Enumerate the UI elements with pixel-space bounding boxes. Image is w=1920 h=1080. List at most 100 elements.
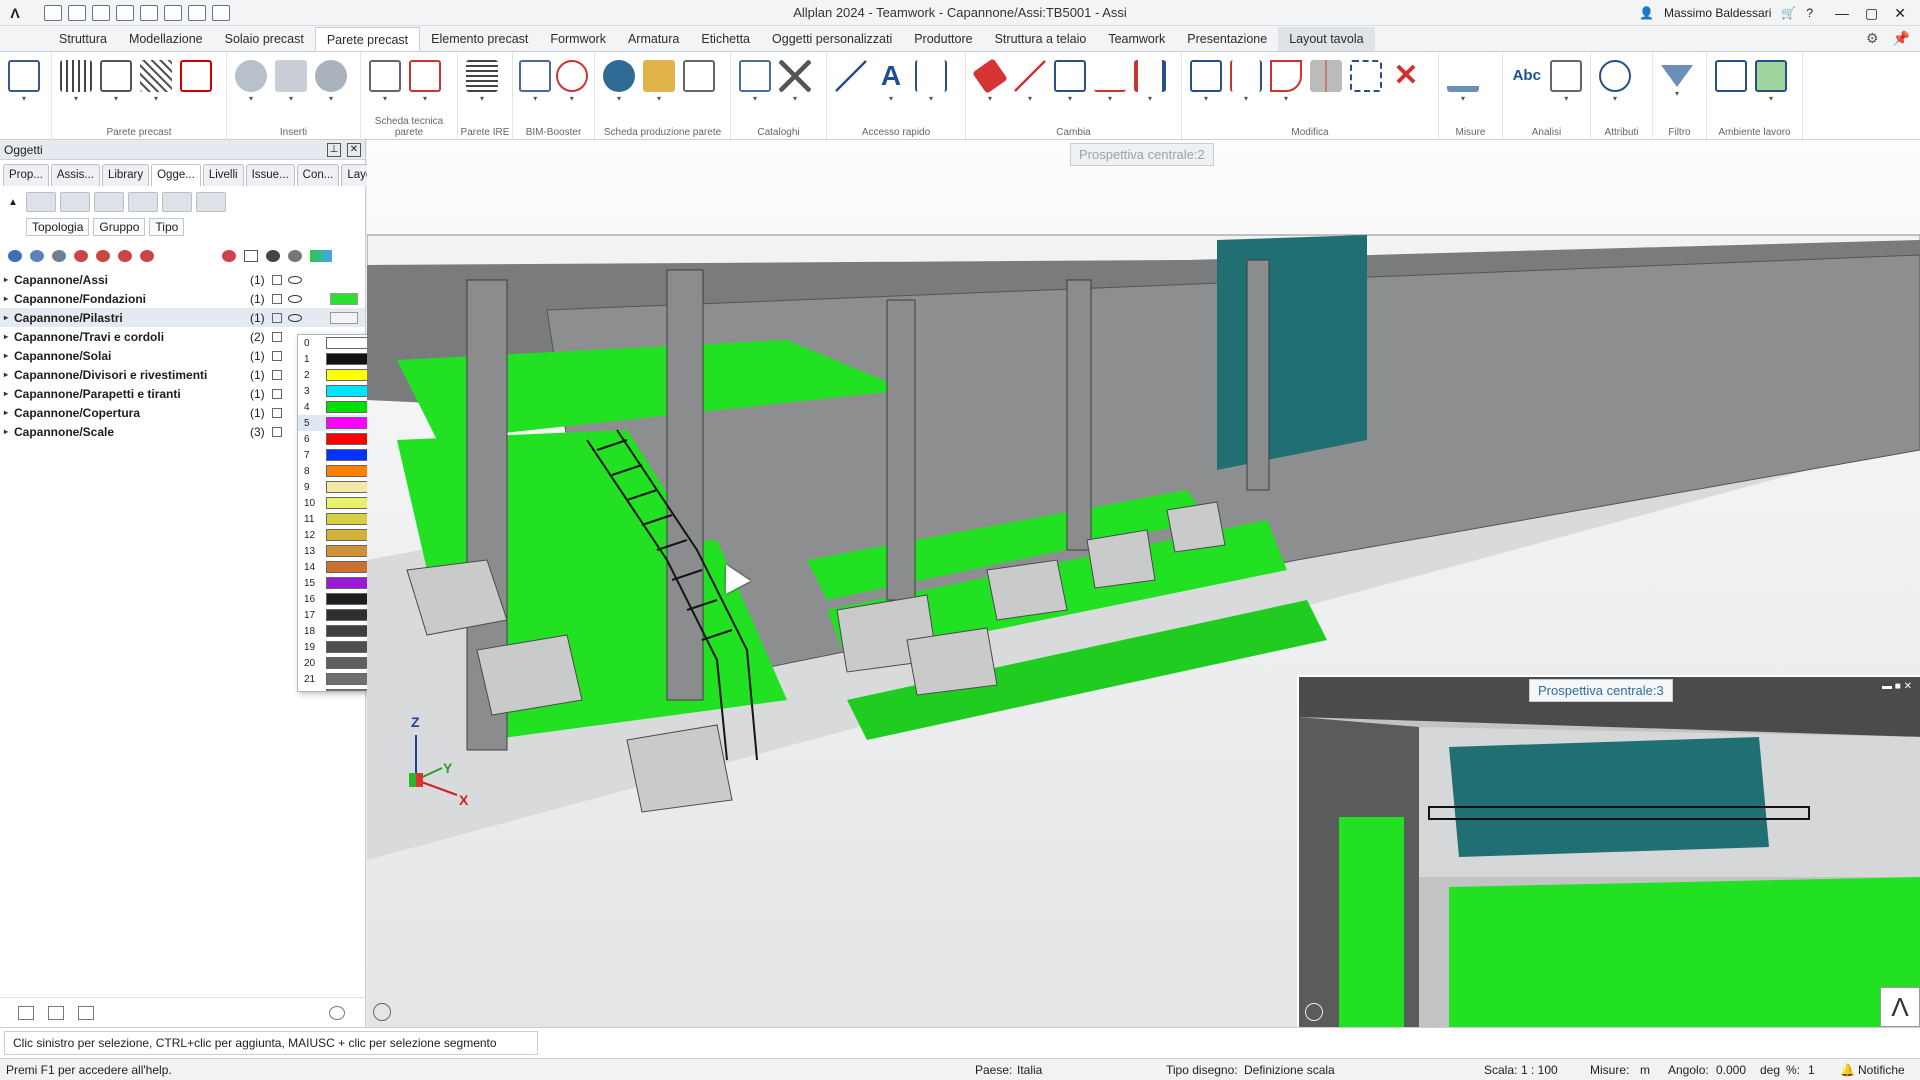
navigation-icon[interactable] bbox=[373, 1003, 391, 1021]
dimension-tool-button[interactable]: ▾ bbox=[913, 60, 949, 110]
wall-tool-button[interactable]: ▾ bbox=[6, 60, 42, 110]
line-tool-button[interactable] bbox=[833, 60, 869, 110]
select-all-checkbox[interactable] bbox=[244, 250, 258, 262]
tab-modellazione[interactable]: Modellazione bbox=[118, 27, 214, 51]
zoom-icon[interactable] bbox=[222, 250, 236, 262]
expand-all-icon[interactable] bbox=[8, 250, 22, 262]
tab-formwork[interactable]: Formwork bbox=[539, 27, 617, 51]
collapse-all-icon[interactable] bbox=[30, 250, 44, 262]
close-button[interactable]: ✕ bbox=[1894, 5, 1906, 22]
inset-navigation-icon[interactable] bbox=[1305, 1003, 1323, 1021]
rotate-button[interactable]: ▾ bbox=[1268, 60, 1304, 110]
insert-button[interactable]: ▾ bbox=[233, 60, 269, 110]
save-icon[interactable] bbox=[68, 4, 86, 21]
properties-icon[interactable] bbox=[188, 4, 206, 21]
filter-tipo[interactable]: Tipo bbox=[149, 218, 185, 236]
book-icon[interactable] bbox=[78, 1005, 94, 1020]
allplan-logo-icon[interactable]: Λ bbox=[1880, 987, 1920, 1027]
tab-library[interactable]: Library bbox=[101, 164, 150, 186]
remove-icon[interactable] bbox=[74, 250, 88, 262]
tab-etichetta[interactable]: Etichetta bbox=[690, 27, 761, 51]
redo-icon[interactable] bbox=[164, 4, 182, 21]
view-tag-button[interactable] bbox=[195, 192, 226, 212]
gear-icon[interactable] bbox=[329, 1005, 345, 1020]
mirror-button[interactable] bbox=[1308, 60, 1344, 110]
view-grid-button[interactable] bbox=[127, 192, 158, 212]
notifiche-label[interactable]: Notifiche bbox=[1858, 1063, 1905, 1077]
cube-icon[interactable] bbox=[288, 250, 302, 262]
tab-layout-tavola[interactable]: Layout tavola bbox=[1278, 27, 1375, 51]
inset-window-controls[interactable]: ▬ ■ ✕ bbox=[1882, 681, 1912, 692]
main-view-label[interactable]: Prospettiva centrale:2 bbox=[1070, 143, 1214, 166]
allplan-logo[interactable]: Λ bbox=[0, 0, 30, 26]
change-line-button[interactable]: ▾ bbox=[1012, 60, 1048, 110]
spelling-button[interactable]: Abc bbox=[1509, 60, 1545, 110]
layer-checkbox[interactable] bbox=[272, 331, 282, 342]
delete-button[interactable]: ✕ bbox=[1388, 60, 1424, 110]
view-drawing-button[interactable] bbox=[59, 192, 90, 212]
tab-presentazione[interactable]: Presentazione bbox=[1176, 27, 1278, 51]
pct-value[interactable]: 1 bbox=[1808, 1063, 1815, 1077]
layer-checkbox[interactable] bbox=[272, 350, 282, 361]
layer-checkbox[interactable] bbox=[272, 426, 282, 437]
tech-sheet-button[interactable]: ▾ bbox=[367, 60, 403, 110]
isolate-icon[interactable] bbox=[118, 250, 132, 262]
gear-icon[interactable]: ⚙ bbox=[1866, 30, 1879, 47]
layer-color-swatch[interactable] bbox=[330, 311, 358, 324]
workspace-active-button[interactable]: ▾ bbox=[1753, 60, 1789, 110]
tech-sheet-edit-button[interactable]: ▾ bbox=[407, 60, 443, 110]
deg-unit[interactable]: deg bbox=[1760, 1063, 1780, 1077]
cart-icon[interactable]: 🛒 bbox=[1781, 6, 1796, 20]
bim-sync-button[interactable]: ▾ bbox=[555, 60, 589, 110]
pin-panel-icon[interactable]: ⊥ bbox=[327, 142, 341, 157]
layer-row[interactable]: ▸ Capannone/Fondazioni (1) bbox=[0, 289, 365, 308]
maximize-button[interactable]: ▢ bbox=[1865, 5, 1878, 22]
user-name[interactable]: Massimo Baldessari bbox=[1664, 6, 1771, 20]
reset-icon[interactable] bbox=[140, 250, 154, 262]
angolo-value[interactable]: 0.000 bbox=[1716, 1063, 1746, 1077]
eye-icon[interactable] bbox=[288, 275, 302, 284]
import-icon[interactable] bbox=[48, 1005, 64, 1020]
layer-checkbox[interactable] bbox=[272, 274, 282, 285]
help-icon[interactable]: ? bbox=[1806, 6, 1813, 20]
minimize-button[interactable]: — bbox=[1835, 5, 1849, 22]
copy-button[interactable]: ▾ bbox=[1188, 60, 1224, 110]
scala-value[interactable]: 1 : 100 bbox=[1521, 1063, 1558, 1077]
move-button[interactable]: ▾ bbox=[1228, 60, 1264, 110]
workspace-switch-button[interactable] bbox=[1713, 60, 1749, 110]
color-icon[interactable] bbox=[310, 250, 332, 262]
insert-label-button[interactable]: ▾ bbox=[273, 60, 309, 110]
tab-struttura[interactable]: Struttura bbox=[48, 27, 118, 51]
open-icon[interactable] bbox=[92, 4, 110, 21]
tab-struttura-a-telaio[interactable]: Struttura a telaio bbox=[984, 27, 1098, 51]
filter-button[interactable]: ▾ bbox=[1659, 60, 1695, 110]
tab-assistente[interactable]: Assis... bbox=[50, 164, 100, 186]
layer-row[interactable]: ▸ Capannone/Pilastri (1) bbox=[0, 308, 365, 327]
layer-row[interactable]: ▸ Capannone/Assi (1) bbox=[0, 270, 365, 289]
tab-parete-precast[interactable]: Parete precast bbox=[314, 27, 421, 51]
wall-split-button[interactable]: ▾ bbox=[138, 60, 174, 110]
misure-value[interactable]: m bbox=[1640, 1063, 1650, 1077]
link-icon[interactable] bbox=[52, 250, 66, 262]
production-list-button[interactable] bbox=[681, 60, 717, 110]
eye-icon[interactable] bbox=[288, 294, 302, 303]
paese-value[interactable]: Italia bbox=[1017, 1063, 1042, 1077]
settings-icon[interactable] bbox=[212, 4, 230, 21]
tab-issue[interactable]: Issue... bbox=[245, 164, 295, 186]
bim-export-button[interactable]: ▾ bbox=[519, 60, 552, 110]
text-tool-button[interactable]: A ▾ bbox=[873, 60, 909, 110]
eye-icon[interactable] bbox=[288, 313, 302, 322]
attributes-button[interactable]: ▾ bbox=[1597, 60, 1633, 110]
tab-oggetti-personalizzati[interactable]: Oggetti personalizzati bbox=[761, 27, 903, 51]
hide-icon[interactable] bbox=[96, 250, 110, 262]
new-file-icon[interactable] bbox=[44, 4, 62, 21]
export-icon[interactable] bbox=[18, 1005, 34, 1020]
scale-button[interactable] bbox=[1348, 60, 1384, 110]
wall-info-button[interactable] bbox=[178, 60, 214, 110]
layer-checkbox[interactable] bbox=[272, 293, 282, 304]
production-folder-button[interactable]: ▾ bbox=[641, 60, 677, 110]
view-layer-button[interactable] bbox=[25, 192, 56, 212]
bell-icon[interactable]: 🔔 bbox=[1840, 1063, 1855, 1077]
insert-settings-button[interactable]: ▾ bbox=[313, 60, 349, 110]
measure-button[interactable]: ▾ bbox=[1445, 60, 1481, 110]
